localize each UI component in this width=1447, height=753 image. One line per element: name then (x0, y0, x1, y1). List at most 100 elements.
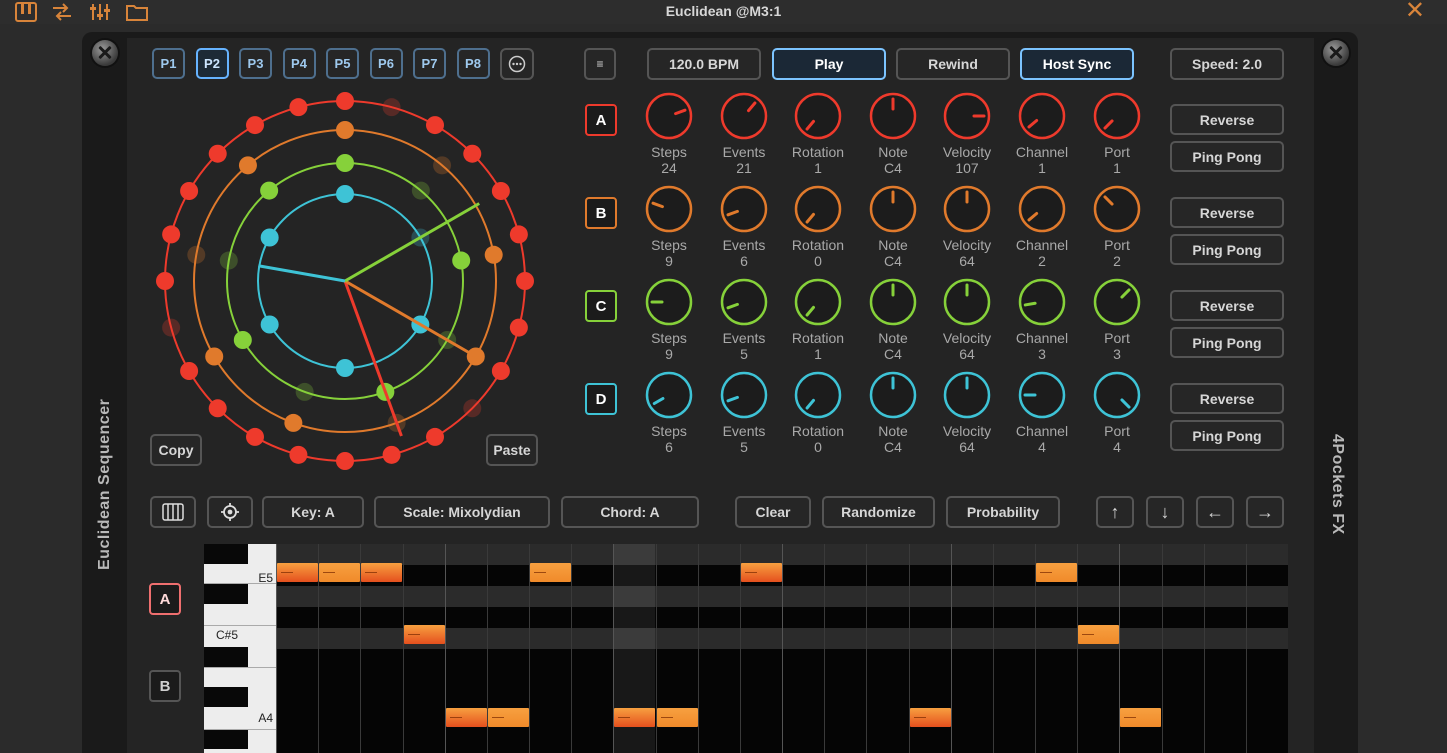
knob-events-d[interactable]: Events 5 (705, 371, 783, 455)
preset-button-p2[interactable]: P2 (195, 48, 229, 79)
knob-dial[interactable] (869, 92, 917, 140)
arrow-down-button[interactable]: ↓ (1146, 496, 1184, 528)
knob-note-b[interactable]: Note C4 (854, 185, 932, 269)
note-block[interactable] (1120, 708, 1162, 727)
paste-button[interactable]: Paste (486, 434, 538, 466)
knob-dial[interactable] (1093, 371, 1141, 419)
knob-dial[interactable] (943, 278, 991, 326)
knob-dial[interactable] (1018, 92, 1066, 140)
note-block[interactable] (403, 625, 445, 644)
note-grid[interactable] (276, 544, 1288, 753)
black-key[interactable] (204, 729, 248, 749)
roll-track-b-button[interactable]: B (149, 670, 181, 702)
knob-dial[interactable] (943, 185, 991, 233)
reverse-button-b[interactable]: Reverse (1170, 197, 1284, 228)
note-block[interactable] (656, 708, 698, 727)
piano-keyboard[interactable]: E5 C#5 A4 (204, 544, 276, 753)
knob-rotation-c[interactable]: Rotation 1 (779, 278, 857, 362)
knob-note-c[interactable]: Note C4 (854, 278, 932, 362)
note-block[interactable] (487, 708, 529, 727)
ping-pong-button-a[interactable]: Ping Pong (1170, 141, 1284, 172)
note-block[interactable] (319, 563, 361, 582)
knob-dial[interactable] (1093, 185, 1141, 233)
note-block[interactable] (530, 563, 572, 582)
key-select[interactable]: Key: A (262, 496, 364, 528)
knob-dial[interactable] (869, 185, 917, 233)
randomize-button[interactable]: Randomize (822, 496, 935, 528)
black-key[interactable] (204, 647, 248, 667)
play-button[interactable]: Play (772, 48, 886, 80)
knob-port-c[interactable]: Port 3 (1078, 278, 1156, 362)
knob-dial[interactable] (869, 278, 917, 326)
knob-dial[interactable] (943, 92, 991, 140)
target-button[interactable] (207, 496, 253, 528)
knob-steps-d[interactable]: Steps 6 (630, 371, 708, 455)
arrow-up-button[interactable]: ↑ (1096, 496, 1134, 528)
note-block[interactable] (277, 563, 318, 582)
knob-port-d[interactable]: Port 4 (1078, 371, 1156, 455)
rewind-button[interactable]: Rewind (896, 48, 1010, 80)
ping-pong-button-c[interactable]: Ping Pong (1170, 327, 1284, 358)
knob-dial[interactable] (645, 278, 693, 326)
track-c-button[interactable]: C (585, 290, 617, 322)
knob-note-d[interactable]: Note C4 (854, 371, 932, 455)
note-block[interactable] (445, 708, 487, 727)
arrow-left-button[interactable]: ← (1196, 496, 1234, 528)
knob-port-a[interactable]: Port 1 (1078, 92, 1156, 176)
knob-dial[interactable] (943, 371, 991, 419)
knob-dial[interactable] (1093, 278, 1141, 326)
probability-button[interactable]: Probability (946, 496, 1060, 528)
note-block[interactable] (361, 563, 403, 582)
knob-dial[interactable] (720, 371, 768, 419)
menu-button[interactable]: ≡ (584, 48, 616, 80)
knob-note-a[interactable]: Note C4 (854, 92, 932, 176)
knob-events-c[interactable]: Events 5 (705, 278, 783, 362)
knob-steps-a[interactable]: Steps 24 (630, 92, 708, 176)
piano-toggle-button[interactable] (150, 496, 196, 528)
knob-dial[interactable] (869, 371, 917, 419)
note-block[interactable] (909, 708, 951, 727)
knob-dial[interactable] (794, 185, 842, 233)
piano-roll[interactable]: E5 C#5 A4 (204, 544, 1288, 753)
knob-dial[interactable] (1018, 185, 1066, 233)
black-key[interactable] (204, 544, 248, 564)
black-key[interactable] (204, 687, 248, 707)
reverse-button-a[interactable]: Reverse (1170, 104, 1284, 135)
knob-dial[interactable] (794, 278, 842, 326)
knob-channel-c[interactable]: Channel 3 (1003, 278, 1081, 362)
scale-select[interactable]: Scale: Mixolydian (374, 496, 550, 528)
arrow-right-button[interactable]: → (1246, 496, 1284, 528)
knob-channel-d[interactable]: Channel 4 (1003, 371, 1081, 455)
knob-dial[interactable] (720, 92, 768, 140)
preset-button-p3[interactable]: P3 (239, 48, 272, 79)
chord-select[interactable]: Chord: A (561, 496, 699, 528)
knob-dial[interactable] (794, 92, 842, 140)
knob-dial[interactable] (794, 371, 842, 419)
ping-pong-button-b[interactable]: Ping Pong (1170, 234, 1284, 265)
note-block[interactable] (1078, 625, 1120, 644)
ping-pong-button-d[interactable]: Ping Pong (1170, 420, 1284, 451)
speed-button[interactable]: Speed: 2.0 (1170, 48, 1284, 80)
knob-velocity-d[interactable]: Velocity 64 (928, 371, 1006, 455)
reverse-button-c[interactable]: Reverse (1170, 290, 1284, 321)
knob-dial[interactable] (720, 185, 768, 233)
knob-events-b[interactable]: Events 6 (705, 185, 783, 269)
knob-dial[interactable] (1093, 92, 1141, 140)
knob-rotation-b[interactable]: Rotation 0 (779, 185, 857, 269)
preset-button-p6[interactable]: P6 (369, 48, 403, 79)
more-options-button[interactable] (500, 48, 534, 80)
knob-dial[interactable] (1018, 278, 1066, 326)
knob-dial[interactable] (645, 371, 693, 419)
knob-velocity-a[interactable]: Velocity 107 (928, 92, 1006, 176)
note-block[interactable] (740, 563, 782, 582)
preset-button-p1[interactable]: P1 (152, 48, 185, 79)
knob-dial[interactable] (1018, 371, 1066, 419)
bpm-display[interactable]: 120.0 BPM (647, 48, 761, 80)
knob-steps-c[interactable]: Steps 9 (630, 278, 708, 362)
knob-channel-b[interactable]: Channel 2 (1003, 185, 1081, 269)
knob-port-b[interactable]: Port 2 (1078, 185, 1156, 269)
track-d-button[interactable]: D (585, 383, 617, 415)
knob-dial[interactable] (720, 278, 768, 326)
track-b-button[interactable]: B (585, 197, 617, 229)
black-key[interactable] (204, 584, 248, 604)
